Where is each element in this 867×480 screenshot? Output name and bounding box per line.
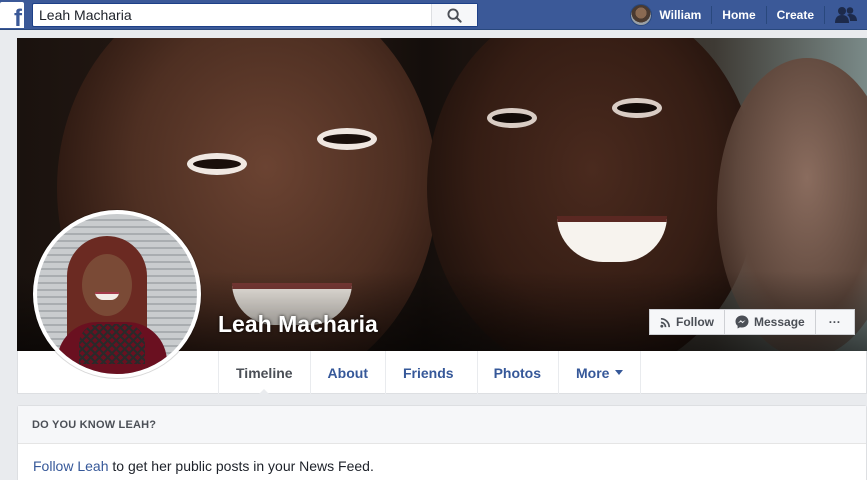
know-card-body: Follow Leah to get her public posts in y… — [18, 444, 866, 480]
tab-friends[interactable]: Friends — [384, 351, 477, 394]
tab-more[interactable]: More — [558, 351, 642, 394]
more-actions-button[interactable]: ··· — [814, 309, 855, 335]
follow-button[interactable]: Follow — [649, 309, 725, 335]
user-avatar — [630, 4, 653, 26]
user-name: William — [659, 8, 702, 22]
top-nav-links: William Home Create — [626, 0, 867, 30]
avatar-top-lace — [79, 324, 145, 364]
follow-leah-link[interactable]: Follow Leah — [33, 458, 109, 474]
search-icon — [447, 7, 462, 23]
tab-label: Friends — [402, 364, 454, 381]
profile-actions: Follow Message ··· — [649, 309, 855, 335]
message-label: Message — [754, 315, 805, 329]
know-person-card: DO YOU KNOW LEAH? Follow Leah to get her… — [17, 405, 867, 480]
follow-label: Follow — [676, 315, 714, 329]
search-input[interactable] — [33, 4, 433, 26]
message-button[interactable]: Message — [724, 309, 816, 335]
tab-label: More — [576, 364, 610, 381]
search-button[interactable] — [431, 4, 477, 26]
friend-requests-button[interactable] — [825, 0, 867, 30]
tab-photos[interactable]: Photos — [476, 351, 558, 394]
facebook-logo-icon[interactable]: f — [0, 2, 24, 31]
create-link[interactable]: Create — [767, 0, 824, 30]
tab-label: Photos — [493, 364, 542, 381]
home-link[interactable]: Home — [712, 0, 765, 30]
cover-eye — [187, 153, 247, 175]
know-card-text: to get her public posts in your News Fee… — [108, 458, 374, 474]
rss-follow-icon — [660, 317, 670, 328]
profile-name[interactable]: Leah Macharia — [218, 311, 378, 338]
cover-eye — [317, 128, 377, 150]
know-card-heading: DO YOU KNOW LEAH? — [18, 406, 866, 444]
caret-down-icon — [615, 370, 624, 375]
tab-label: Timeline — [236, 364, 293, 381]
avatar-face — [82, 254, 132, 316]
messenger-icon — [735, 315, 749, 329]
profile-picture[interactable] — [33, 210, 201, 378]
cover-eye — [487, 108, 537, 128]
tab-about[interactable]: About — [309, 351, 385, 394]
tab-label: About — [327, 364, 368, 381]
profile-tabs: Timeline About Friends Photos More — [218, 351, 642, 395]
profile-picture-image — [37, 214, 197, 374]
user-profile-link[interactable]: William — [626, 0, 711, 30]
friend-requests-icon — [835, 7, 857, 23]
tab-timeline[interactable]: Timeline — [218, 351, 310, 395]
more-options-icon: ··· — [828, 315, 841, 329]
cover-eye — [612, 98, 662, 118]
top-navigation-bar: f William Home Create — [0, 0, 867, 31]
search-box — [32, 3, 478, 27]
